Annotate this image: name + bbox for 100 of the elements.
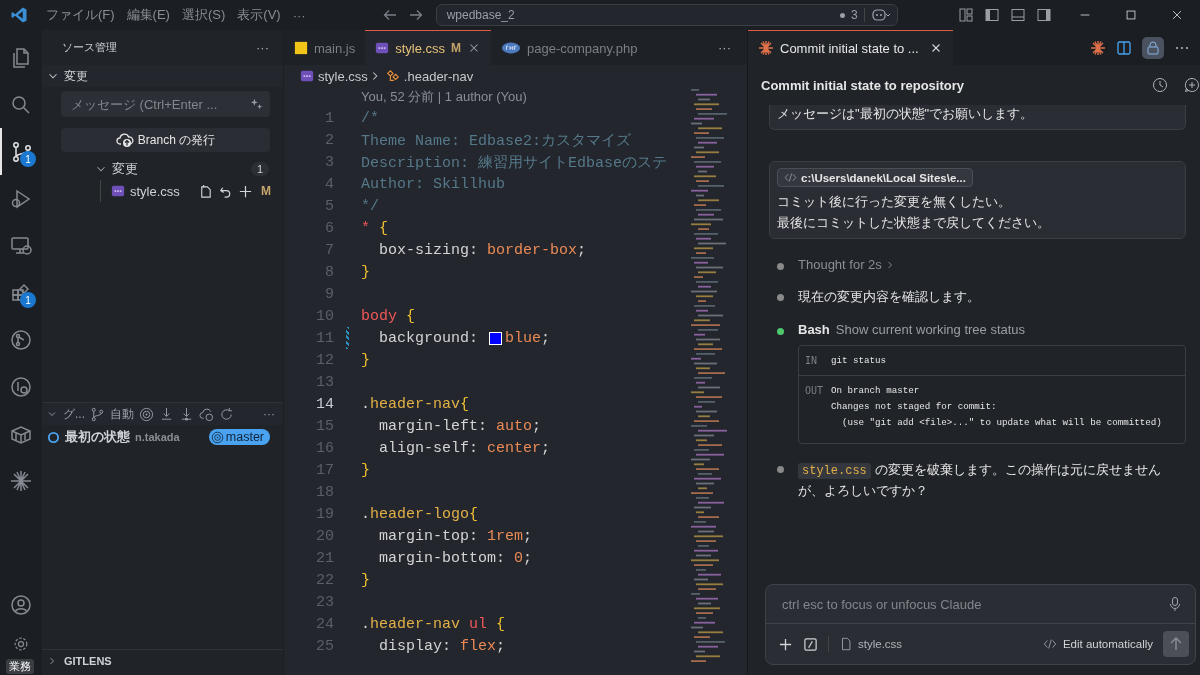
slash-command-icon[interactable] (803, 636, 818, 652)
source-control-icon (10, 139, 34, 164)
back-arrow-icon[interactable] (381, 7, 398, 23)
code-line: Description: 練習用サイトEdbaseのステ (361, 153, 668, 172)
microphone-icon[interactable] (1167, 596, 1183, 612)
app-logo-icon (10, 6, 28, 24)
menu-item[interactable]: 選択(S) (175, 6, 232, 24)
pull-icon[interactable] (179, 406, 194, 422)
code-line: margin-left: auto; (378, 417, 542, 435)
editor-tab[interactable]: page-company.php (491, 30, 648, 65)
plus-icon[interactable] (238, 183, 253, 199)
line-number: 22 (315, 571, 334, 589)
file-name[interactable]: style.css (130, 183, 180, 199)
sidebar-toggle-icon[interactable] (984, 7, 1000, 23)
layout-icon[interactable] (958, 7, 974, 23)
breadcrumb-item[interactable]: style.css (318, 68, 368, 84)
maximize-icon[interactable] (1124, 8, 1138, 22)
menu-item[interactable]: ファイル(F) (40, 6, 121, 24)
forward-arrow-icon[interactable] (407, 7, 424, 23)
more-menu[interactable]: ··· (286, 7, 312, 23)
attached-file[interactable]: style.css (858, 638, 903, 650)
code-line: .header-nav ul { (361, 615, 506, 633)
section-title[interactable]: GITLENS (64, 655, 112, 667)
commit-message[interactable]: 最初の状態 (65, 428, 130, 446)
git-inspect-icon (9, 374, 33, 399)
chat-input-field[interactable]: ctrl esc to focus or unfocus Claude (780, 595, 1167, 613)
code-line: } (361, 461, 370, 479)
line-number: 10 (315, 307, 334, 325)
more-actions-button[interactable]: ··· (256, 40, 269, 55)
cloud-upload-icon (115, 132, 134, 148)
plus-icon[interactable] (778, 636, 793, 652)
line-number: 6 (324, 219, 334, 237)
cloud-upload-icon[interactable] (199, 406, 214, 422)
editor-tab[interactable]: style.css M (365, 30, 492, 65)
context-chip[interactable]: c:\Users\danek\Local Sites\e... (777, 168, 973, 187)
section-header[interactable]: 変更 (42, 65, 283, 87)
color-swatch[interactable] (489, 331, 503, 345)
code-line: margin-bottom: 0; (378, 549, 533, 567)
account-icon[interactable] (9, 592, 33, 617)
publish-branch-button[interactable]: Branch の発行 (61, 128, 270, 152)
close-icon[interactable] (1170, 8, 1184, 22)
message-text: コミット後に行った変更を無くしたい。 (777, 193, 1011, 211)
command-search-field[interactable]: wpedbase_2 (446, 8, 515, 22)
css-file-icon (300, 69, 314, 83)
history-icon[interactable] (1152, 77, 1168, 93)
branch-icon[interactable] (90, 406, 105, 422)
php-file-icon (501, 41, 522, 55)
assistant-text: 現在の変更内容を確認します。 (798, 289, 980, 304)
starburst-icon[interactable] (1090, 39, 1106, 56)
command-text: git status (831, 354, 887, 368)
split-editor-icon[interactable] (1116, 39, 1132, 56)
chat-bot-icon[interactable] (870, 7, 891, 23)
message-text: 最後にコミットした状態まで戻してください。 (777, 214, 1050, 232)
thought-toggle[interactable]: Thought for 2s (798, 257, 882, 272)
code-line: .header-logo{ (361, 505, 479, 523)
selector-icon (385, 69, 400, 83)
more-actions-button[interactable]: ··· (263, 407, 275, 421)
line-number: 21 (315, 549, 334, 567)
chat-tab[interactable]: Commit initial state to ... (748, 30, 953, 65)
secondary-sidebar-icon[interactable] (1036, 7, 1052, 23)
code-line: align-self: center; (378, 439, 551, 457)
fetch-icon[interactable] (159, 406, 174, 422)
refresh-icon[interactable] (219, 406, 234, 422)
line-number: 25 (315, 637, 334, 655)
breadcrumb-item[interactable]: .header-nav (403, 68, 474, 84)
commit-node-icon (47, 430, 60, 444)
line-number: 15 (315, 417, 334, 435)
sparkle-icon[interactable] (250, 97, 264, 111)
mode-label[interactable]: 自動 (110, 405, 134, 423)
section-title[interactable]: グ... (63, 405, 85, 423)
change-marker[interactable] (346, 327, 349, 349)
editor-tab[interactable]: main.js (284, 30, 366, 65)
tool-description: Show current working tree status (835, 322, 1026, 337)
count-badge: 1 (20, 292, 36, 308)
menu-item[interactable]: 表示(V) (231, 6, 287, 24)
commit-message-field[interactable]: メッセージ (Ctrl+Enter ... (61, 91, 270, 117)
more-actions-button[interactable]: ··· (718, 40, 747, 55)
line-number: 12 (315, 351, 334, 369)
panel-toggle-icon[interactable] (1010, 7, 1026, 23)
tab-label: style.css (395, 40, 446, 56)
line-number: 2 (324, 131, 334, 149)
section-title: 変更 (64, 67, 88, 85)
target-icon[interactable] (139, 406, 154, 422)
line-number: 24 (315, 615, 334, 633)
lock-button[interactable] (1142, 36, 1164, 59)
lock-icon (1145, 39, 1161, 56)
new-chat-icon[interactable] (1184, 77, 1200, 93)
js-file-icon (294, 41, 308, 55)
open-file-icon[interactable] (198, 183, 213, 199)
io-label: OUT (805, 384, 825, 398)
line-number: 19 (315, 505, 334, 523)
file-status: M (261, 184, 271, 198)
line-number: 17 (315, 461, 334, 479)
blame-annotation[interactable]: You, 52 分前 | 1 author (You) (361, 88, 527, 106)
group-title[interactable]: 変更 (112, 160, 138, 178)
problem-count[interactable]: 3 (850, 8, 858, 22)
edit-mode-button[interactable]: Edit automatically (1062, 638, 1153, 650)
activity-bar-item[interactable]: 1 (0, 269, 42, 316)
code-line: /* (361, 109, 379, 127)
menu-item[interactable]: 編集(E) (120, 6, 176, 24)
